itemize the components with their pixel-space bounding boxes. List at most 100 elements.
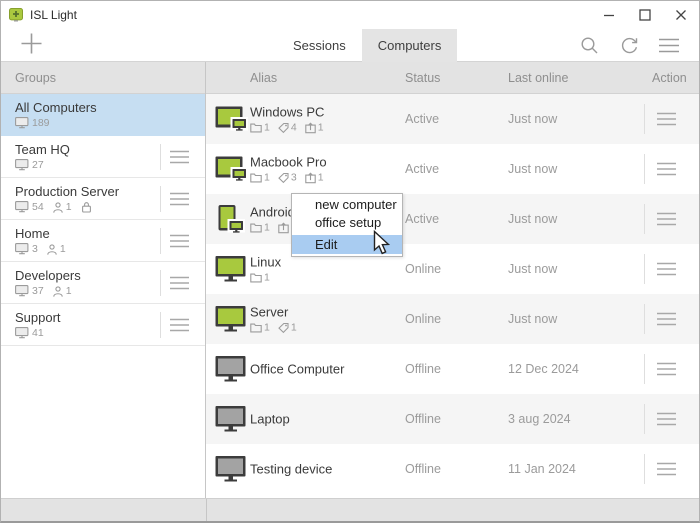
monitor-icon [215,256,246,283]
alias-cell: Testing device [250,462,332,477]
minimize-button[interactable] [591,1,627,29]
column-header-status: Status [405,71,440,85]
folder-count: 1 [264,222,270,234]
computer-row-testing-device[interactable]: Testing deviceOffline11 Jan 2024 [206,444,699,494]
alias-cell: Windows PC141 [250,105,324,134]
alias-cell: Android 11 [250,205,297,234]
computers-panel: AliasStatusLast onlineAction Windows PC1… [206,62,699,499]
monitor-icon [215,306,246,333]
group-name: Team HQ [15,142,70,157]
group-name: Developers [15,268,81,283]
desktop-icon [215,156,249,182]
computer-alias: Linux [250,255,281,270]
group-counts: 41 [15,327,44,339]
tag-count: 1 [291,322,297,334]
status-bar [1,498,699,521]
toolbar: SessionsComputers [1,29,699,62]
computer-row-laptop[interactable]: LaptopOffline3 aug 2024 [206,394,699,444]
search-icon[interactable] [569,29,609,62]
divider [160,228,161,254]
sidebar-item-team-hq[interactable]: Team HQ 27 [1,136,205,178]
computers-count-icon [15,117,29,129]
tablet-icon [215,205,246,234]
alias-meta: 141 [250,122,324,134]
last-online-text: Just now [508,112,557,126]
computers-count-icon [15,159,29,171]
sidebar-item-home[interactable]: Home31 [1,220,205,262]
app-body: Groups All Computers189Team HQ27Producti… [1,62,699,499]
alias-cell: Linux1 [250,255,281,284]
computers-count: 27 [32,159,44,171]
folder-icon [250,222,262,233]
divider [644,154,645,184]
maximize-button[interactable] [627,1,663,29]
sidebar-item-developers[interactable]: Developers371 [1,262,205,304]
groups-list: All Computers189Team HQ27Production Serv… [1,94,205,346]
app-logo-icon [9,8,23,22]
computer-row-android[interactable]: Android11ActiveJust now [206,194,699,244]
group-actions-icon[interactable] [169,234,190,253]
computer-row-linux[interactable]: Linux1OnlineJust now [206,244,699,294]
tag-count: 3 [291,172,297,184]
computer-row-macbook-pro[interactable]: Macbook Pro131ActiveJust now [206,144,699,194]
titlebar: ISL Light [1,1,699,29]
status-text: Online [405,262,441,276]
monitor-icon [215,456,246,483]
tag-icon [278,122,289,133]
tab-sessions[interactable]: Sessions [277,29,362,62]
folder-icon [250,322,262,333]
group-name: Support [15,310,61,325]
group-counts: 27 [15,159,44,171]
computers-count: 41 [32,327,44,339]
sidebar-item-production-server[interactable]: Production Server541 [1,178,205,220]
status-text: Active [405,112,439,126]
share-icon [278,222,289,233]
computer-alias: Android [250,205,297,220]
computer-alias: Server [250,305,297,320]
divider [160,312,161,338]
desktop-icon [215,106,249,132]
refresh-icon[interactable] [609,29,649,62]
computers-count: 54 [32,201,44,213]
computer-alias: Macbook Pro [250,155,327,170]
menu-item-new-computer[interactable]: new computer [292,196,402,214]
share-count: 1 [318,172,324,184]
table-header: AliasStatusLast onlineAction [206,62,699,94]
row-actions-icon[interactable] [656,462,677,481]
row-actions-icon[interactable] [656,212,677,231]
computers-count-icon [15,201,29,213]
window-controls [591,1,699,29]
sidebar-item-support[interactable]: Support 41 [1,304,205,346]
users-count: 1 [66,201,72,213]
group-actions-icon[interactable] [169,150,190,169]
divider [644,354,645,384]
row-actions-icon[interactable] [656,162,677,181]
row-actions-icon[interactable] [656,262,677,281]
computer-row-windows-pc[interactable]: Windows PC141 Active Just now [206,94,699,144]
folder-icon [250,122,262,133]
status-text: Offline [405,362,441,376]
menu-icon[interactable] [649,29,689,62]
computer-row-office-computer[interactable]: Office ComputerOffline12 Dec 2024 [206,344,699,394]
group-counts: 54 1 [15,201,92,213]
isl-light-window: ISL Light SessionsComputers Groups All C… [0,0,700,523]
computer-row-server[interactable]: Server11OnlineJust now [206,294,699,344]
group-actions-icon[interactable] [169,192,190,211]
row-actions-icon[interactable] [656,362,677,381]
add-computer-button[interactable] [19,34,43,58]
sidebar-item-all-computers[interactable]: All Computers189 [1,94,205,136]
computers-count: 189 [32,117,50,129]
group-actions-icon[interactable] [169,318,190,337]
row-actions-icon[interactable] [656,412,677,431]
tab-computers[interactable]: Computers [362,29,458,62]
footer-divider [206,499,207,521]
folder-count: 1 [264,122,270,134]
computer-alias: Testing device [250,462,332,477]
close-button[interactable] [663,1,699,29]
alias-meta: 11 [250,222,297,234]
row-actions-icon[interactable] [656,112,677,131]
monitor-icon [215,406,246,433]
group-actions-icon[interactable] [169,276,190,295]
computers-count-icon [15,243,29,255]
row-actions-icon[interactable] [656,312,677,331]
